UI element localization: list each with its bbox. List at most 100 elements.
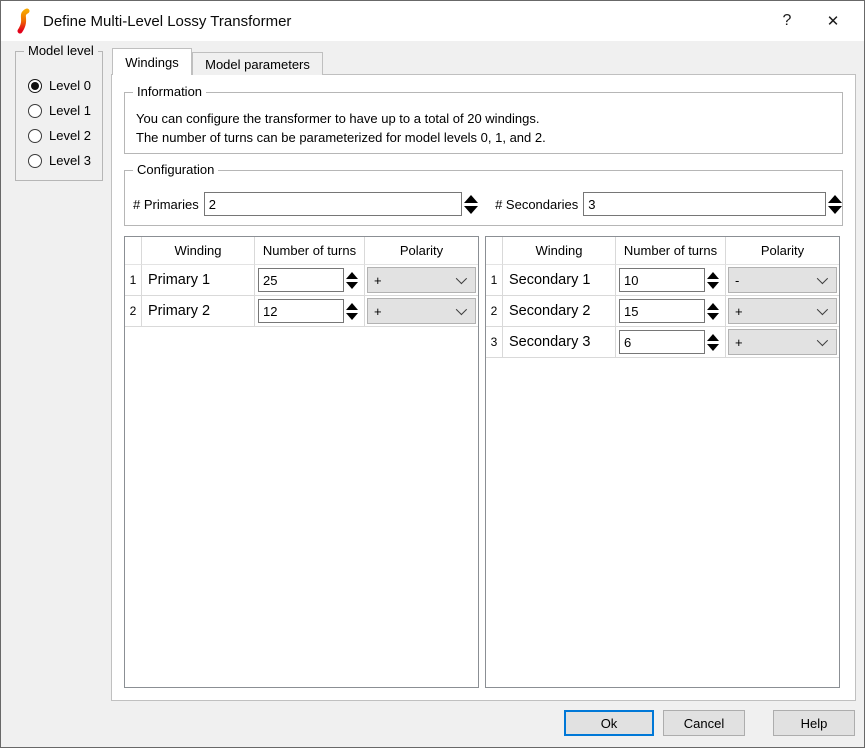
model-level-radio-list: Level 0 Level 1 Level 2 Level 3 <box>16 52 102 168</box>
radio-selected-icon[interactable] <box>28 79 42 93</box>
spin-down-icon[interactable] <box>346 313 358 320</box>
radio-level-2[interactable]: Level 2 <box>28 128 102 143</box>
row-index: 1 <box>486 265 503 296</box>
turns-input[interactable] <box>258 299 344 323</box>
window-title: Define Multi-Level Lossy Transformer <box>43 13 291 30</box>
radio-unselected-icon[interactable] <box>28 154 42 168</box>
spin-up-icon[interactable] <box>346 272 358 279</box>
radio-level-1[interactable]: Level 1 <box>28 103 102 118</box>
spin-up-icon[interactable] <box>828 195 842 203</box>
winding-name-cell[interactable]: Primary 1 <box>142 265 255 296</box>
spin-down-icon[interactable] <box>707 313 719 320</box>
turns-spinner <box>346 272 358 289</box>
polarity-cell: - <box>726 265 839 296</box>
secondaries-label: # Secondaries <box>495 197 578 212</box>
secondary-table-grid: Winding Number of turns Polarity 1 Secon… <box>486 237 839 358</box>
spin-down-icon[interactable] <box>707 282 719 289</box>
turns-spinner <box>707 303 719 320</box>
turns-cell <box>616 265 726 296</box>
radio-level-3[interactable]: Level 3 <box>28 153 102 168</box>
radio-unselected-icon[interactable] <box>28 104 42 118</box>
tab-model-parameters[interactable]: Model parameters <box>192 52 323 75</box>
radio-level-2-label: Level 2 <box>49 128 91 143</box>
information-line-2: The number of turns can be parameterized… <box>136 128 842 147</box>
turns-input[interactable] <box>258 268 344 292</box>
turns-input[interactable] <box>619 330 705 354</box>
turns-spinner <box>707 334 719 351</box>
winding-column-header: Winding <box>142 237 255 265</box>
polarity-dropdown[interactable]: + <box>367 267 476 293</box>
polarity-cell: + <box>726 327 839 358</box>
primaries-spinner <box>464 195 478 214</box>
spin-up-icon[interactable] <box>707 303 719 310</box>
polarity-cell: + <box>726 296 839 327</box>
ok-button[interactable]: Ok <box>564 710 654 736</box>
spin-up-icon[interactable] <box>346 303 358 310</box>
help-titlebar-button[interactable]: ? <box>764 1 810 41</box>
polarity-dropdown[interactable]: + <box>367 298 476 324</box>
row-index: 2 <box>486 296 503 327</box>
winding-name-cell[interactable]: Secondary 3 <box>503 327 616 358</box>
winding-name-cell[interactable]: Secondary 1 <box>503 265 616 296</box>
winding-name-cell[interactable]: Secondary 2 <box>503 296 616 327</box>
radio-level-0-label: Level 0 <box>49 78 91 93</box>
turns-input[interactable] <box>619 268 705 292</box>
row-index: 2 <box>125 296 142 327</box>
polarity-value: + <box>729 304 817 319</box>
secondaries-input[interactable] <box>583 192 826 216</box>
model-level-group-label: Model level <box>24 43 98 59</box>
information-line-1: You can configure the transformer to hav… <box>136 109 842 128</box>
configuration-group: Configuration # Primaries # Secondaries <box>124 170 843 226</box>
polarity-dropdown[interactable]: - <box>728 267 837 293</box>
radio-level-1-label: Level 1 <box>49 103 91 118</box>
turns-spinner <box>346 303 358 320</box>
spin-down-icon[interactable] <box>346 282 358 289</box>
chevron-down-icon <box>456 273 467 284</box>
cancel-button[interactable]: Cancel <box>663 710 745 736</box>
primaries-label: # Primaries <box>133 197 199 212</box>
chevron-down-icon <box>817 273 828 284</box>
title-bar: Define Multi-Level Lossy Transformer ? ✕ <box>1 1 864 41</box>
spin-up-icon[interactable] <box>707 334 719 341</box>
spin-down-icon[interactable] <box>464 206 478 214</box>
spin-down-icon[interactable] <box>707 344 719 351</box>
spin-down-icon[interactable] <box>828 206 842 214</box>
spin-up-icon[interactable] <box>464 195 478 203</box>
close-icon[interactable]: ✕ <box>810 1 856 41</box>
turns-cell <box>255 296 365 327</box>
polarity-dropdown[interactable]: + <box>728 329 837 355</box>
information-group: Information You can configure the transf… <box>124 92 843 154</box>
polarity-column-header: Polarity <box>365 237 478 265</box>
polarity-value: + <box>729 335 817 350</box>
turns-cell <box>616 296 726 327</box>
corner-header-cell <box>486 237 503 265</box>
radio-level-0[interactable]: Level 0 <box>28 78 102 93</box>
corner-header-cell <box>125 237 142 265</box>
model-level-group: Model level Level 0 Level 1 Level 2 Leve… <box>15 51 103 181</box>
turns-input[interactable] <box>619 299 705 323</box>
turns-cell <box>616 327 726 358</box>
winding-name-cell[interactable]: Primary 2 <box>142 296 255 327</box>
help-button[interactable]: Help <box>773 710 855 736</box>
primaries-input[interactable] <box>204 192 463 216</box>
secondaries-spinner <box>828 195 842 214</box>
information-text: You can configure the transformer to hav… <box>125 93 842 147</box>
turns-spinner <box>707 272 719 289</box>
polarity-value: - <box>729 273 817 288</box>
chevron-down-icon <box>817 304 828 315</box>
chevron-down-icon <box>817 335 828 346</box>
turns-column-header: Number of turns <box>616 237 726 265</box>
polarity-dropdown[interactable]: + <box>728 298 837 324</box>
primary-windings-table: Winding Number of turns Polarity 1 Prima… <box>124 236 479 688</box>
winding-column-header: Winding <box>503 237 616 265</box>
polarity-cell: + <box>365 265 478 296</box>
spin-up-icon[interactable] <box>707 272 719 279</box>
radio-unselected-icon[interactable] <box>28 129 42 143</box>
tab-windings[interactable]: Windings <box>112 48 192 75</box>
configuration-group-label: Configuration <box>133 162 218 178</box>
primary-table-grid: Winding Number of turns Polarity 1 Prima… <box>125 237 478 327</box>
turns-cell <box>255 265 365 296</box>
chevron-down-icon <box>456 304 467 315</box>
information-group-label: Information <box>133 84 206 100</box>
radio-level-3-label: Level 3 <box>49 153 91 168</box>
